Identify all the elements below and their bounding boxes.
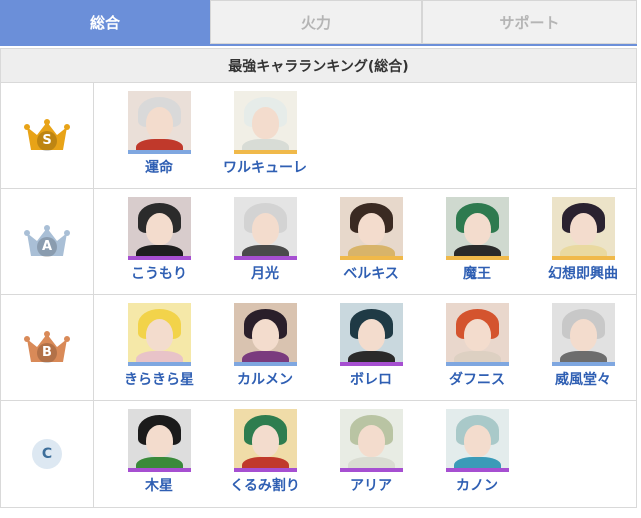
character-item[interactable]: 魔王: [424, 197, 530, 294]
character-item[interactable]: こうもり: [106, 197, 212, 294]
character-portrait[interactable]: [551, 303, 615, 366]
character-name-link[interactable]: 木星: [145, 475, 173, 495]
character-item[interactable]: ボレロ: [318, 303, 424, 400]
character-item[interactable]: くるみ割り: [212, 409, 318, 507]
character-portrait[interactable]: [127, 303, 191, 366]
character-portrait[interactable]: [551, 197, 615, 260]
character-item[interactable]: 月光: [212, 197, 318, 294]
character-portrait[interactable]: [127, 409, 191, 472]
silver-crown-icon: A: [24, 224, 70, 259]
tab-bar: 総合 火力 サポート: [0, 0, 637, 46]
rank-cell: B: [1, 295, 94, 400]
character-list: 木星 くるみ割り アリア カノン: [94, 401, 530, 507]
character-name-link[interactable]: 月光: [251, 263, 279, 283]
tab-support[interactable]: サポート: [422, 0, 637, 44]
character-item[interactable]: 運命: [106, 91, 212, 188]
table-title: 最強キャラランキング(総合): [1, 49, 636, 83]
character-name-link[interactable]: こうもり: [131, 263, 187, 283]
character-portrait[interactable]: [233, 303, 297, 366]
character-item[interactable]: カルメン: [212, 303, 318, 400]
tier-row-b: B きらきら星 カルメン ボレロ ダフニス 威風堂々: [1, 295, 636, 401]
character-name-link[interactable]: きらきら星: [124, 369, 194, 389]
character-item[interactable]: ワルキューレ: [212, 91, 318, 188]
character-item[interactable]: アリア: [318, 409, 424, 507]
character-portrait[interactable]: [233, 197, 297, 260]
character-name-link[interactable]: 威風堂々: [555, 369, 611, 389]
character-portrait[interactable]: [233, 91, 297, 154]
character-portrait[interactable]: [233, 409, 297, 472]
character-name-link[interactable]: くるみ割り: [230, 475, 300, 495]
character-name-link[interactable]: ダフニス: [449, 369, 505, 389]
character-item[interactable]: きらきら星: [106, 303, 212, 400]
ranking-table: 最強キャラランキング(総合) S 運命 ワルキューレ A こうもり 月光 ベルキス 魔王 幻想即…: [0, 48, 637, 508]
character-name-link[interactable]: 魔王: [463, 263, 491, 283]
tab-overall[interactable]: 総合: [0, 0, 210, 44]
character-name-link[interactable]: ベルキス: [343, 263, 399, 283]
character-name-link[interactable]: ワルキューレ: [223, 157, 307, 177]
rank-letter: A: [37, 236, 57, 257]
character-item[interactable]: カノン: [424, 409, 530, 507]
character-portrait[interactable]: [339, 409, 403, 472]
character-name-link[interactable]: ボレロ: [350, 369, 392, 389]
character-list: こうもり 月光 ベルキス 魔王 幻想即興曲: [94, 189, 636, 294]
bronze-crown-icon: B: [24, 330, 70, 365]
character-item[interactable]: 威風堂々: [530, 303, 636, 400]
character-portrait[interactable]: [445, 409, 509, 472]
character-item[interactable]: 木星: [106, 409, 212, 507]
character-item[interactable]: ベルキス: [318, 197, 424, 294]
tab-firepower[interactable]: 火力: [210, 0, 422, 44]
character-name-link[interactable]: カルメン: [237, 369, 293, 389]
character-name-link[interactable]: カノン: [456, 475, 498, 495]
character-list: きらきら星 カルメン ボレロ ダフニス 威風堂々: [94, 295, 636, 400]
character-portrait[interactable]: [127, 197, 191, 260]
c-rank-circle-icon: C: [32, 439, 62, 469]
rank-cell: S: [1, 83, 94, 188]
character-name-link[interactable]: アリア: [350, 475, 392, 495]
rank-letter: S: [37, 130, 57, 151]
character-list: 運命 ワルキューレ: [94, 83, 318, 188]
character-portrait[interactable]: [445, 303, 509, 366]
tier-row-s: S 運命 ワルキューレ: [1, 83, 636, 189]
character-item[interactable]: 幻想即興曲: [530, 197, 636, 294]
tier-row-a: A こうもり 月光 ベルキス 魔王 幻想即興曲: [1, 189, 636, 295]
tier-row-c: C 木星 くるみ割り アリア カノン: [1, 401, 636, 507]
character-portrait[interactable]: [127, 91, 191, 154]
character-name-link[interactable]: 運命: [145, 157, 173, 177]
rank-letter: B: [37, 342, 57, 363]
rank-cell: A: [1, 189, 94, 294]
tab-underline: [0, 44, 637, 46]
gold-crown-icon: S: [24, 118, 70, 153]
character-portrait[interactable]: [339, 197, 403, 260]
rank-cell: C: [1, 401, 94, 507]
character-name-link[interactable]: 幻想即興曲: [548, 263, 618, 283]
character-item[interactable]: ダフニス: [424, 303, 530, 400]
character-portrait[interactable]: [445, 197, 509, 260]
character-portrait[interactable]: [339, 303, 403, 366]
